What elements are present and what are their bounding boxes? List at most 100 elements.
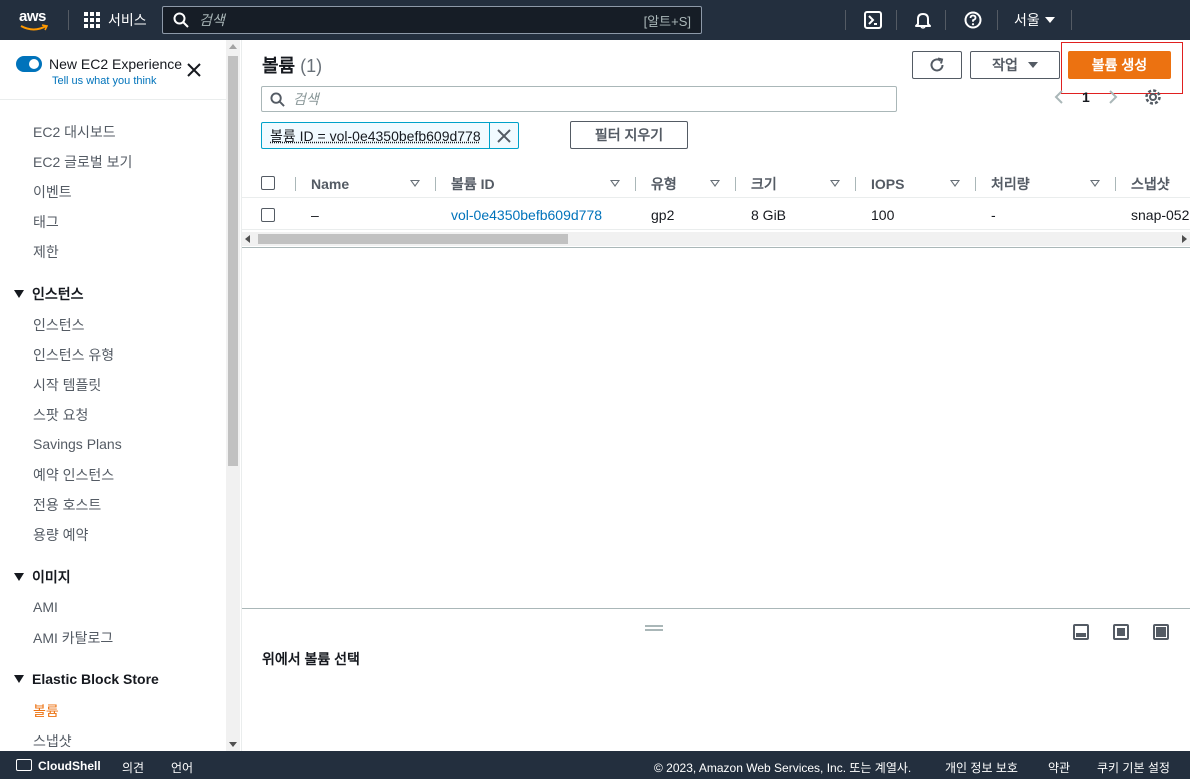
sidebar-item-ami-catalog[interactable]: AMI 카탈로그 bbox=[33, 628, 113, 648]
remove-filter-button[interactable] bbox=[490, 123, 518, 148]
column-header-throughput[interactable]: 처리량 bbox=[991, 170, 1030, 198]
search-icon bbox=[270, 91, 285, 107]
table-row[interactable]: – vol-0e4350befb609d778 gp2 8 GiB 100 - … bbox=[242, 200, 1190, 230]
terms-link[interactable]: 약관 bbox=[1048, 759, 1070, 776]
expand-icon bbox=[14, 573, 24, 581]
chevron-right-icon[interactable] bbox=[1108, 89, 1118, 105]
split-panel: 위에서 볼륨 선택 bbox=[242, 608, 1190, 751]
actions-button[interactable]: 작업 bbox=[970, 51, 1060, 79]
search-icon bbox=[173, 12, 189, 28]
sidebar-item-limits[interactable]: 제한 bbox=[33, 242, 59, 262]
refresh-button[interactable] bbox=[912, 51, 962, 79]
sidebar-item-volumes[interactable]: 볼륨 bbox=[33, 701, 59, 721]
cloudshell-icon[interactable] bbox=[16, 759, 32, 771]
cookie-preferences-link[interactable]: 쿠키 기본 설정 bbox=[1097, 759, 1170, 776]
sidebar-item-global-view[interactable]: EC2 글로벌 보기 bbox=[33, 152, 132, 172]
cell-volume-id-link[interactable]: vol-0e4350befb609d778 bbox=[451, 200, 602, 230]
feedback-link[interactable]: Tell us what you think bbox=[52, 75, 157, 87]
sidebar-item-savings-plans[interactable]: Savings Plans bbox=[33, 436, 122, 452]
column-divider bbox=[735, 177, 736, 191]
sidebar-item-snapshots[interactable]: 스냅샷 bbox=[33, 731, 72, 751]
services-menu-button[interactable]: 서비스 bbox=[84, 0, 147, 40]
column-header-volume-id[interactable]: 볼륨 ID bbox=[451, 170, 495, 198]
refresh-icon bbox=[930, 57, 944, 72]
aws-smile-icon bbox=[20, 24, 48, 31]
sidebar-group-label: 이미지 bbox=[32, 569, 71, 585]
expand-icon bbox=[14, 290, 24, 298]
language-link[interactable]: 언어 bbox=[171, 759, 193, 776]
sidebar-item-ami[interactable]: AMI bbox=[33, 599, 58, 615]
sidebar-item-tags[interactable]: 태그 bbox=[33, 212, 59, 232]
sidebar-item-ec2-dashboard[interactable]: EC2 대시보드 bbox=[33, 122, 116, 142]
sidebar-item-launch-templates[interactable]: 시작 템플릿 bbox=[33, 375, 101, 395]
cell-size: 8 GiB bbox=[751, 207, 787, 223]
scrollbar-thumb[interactable] bbox=[258, 234, 568, 244]
feedback-link[interactable]: 의견 bbox=[122, 759, 144, 776]
row-checkbox[interactable] bbox=[261, 208, 275, 222]
sort-icon[interactable] bbox=[830, 180, 840, 187]
item-count: (1) bbox=[300, 56, 323, 76]
sidebar-item-instance-types[interactable]: 인스턴스 유형 bbox=[33, 345, 114, 365]
cloudshell-link[interactable]: CloudShell bbox=[38, 759, 101, 773]
table-search-input[interactable]: 검색 bbox=[261, 86, 897, 112]
global-search-input[interactable]: 검색 [알트+S] bbox=[162, 6, 702, 34]
sidebar-scrollbar[interactable] bbox=[226, 40, 240, 751]
scroll-right-icon[interactable] bbox=[1182, 235, 1187, 243]
sidebar-item-reserved-instances[interactable]: 예약 인스턴스 bbox=[33, 465, 114, 485]
privacy-link[interactable]: 개인 정보 보호 bbox=[945, 759, 1018, 776]
sidebar-item-instances[interactable]: 인스턴스 bbox=[33, 315, 85, 335]
create-volume-label: 볼륨 생성 bbox=[1091, 57, 1148, 73]
column-header-snapshot[interactable]: 스냅샷 bbox=[1131, 170, 1170, 198]
sidebar-item-spot-requests[interactable]: 스팟 요청 bbox=[33, 405, 88, 425]
sort-icon[interactable] bbox=[950, 180, 960, 187]
page-title-text: 볼륨 bbox=[262, 56, 296, 76]
sidebar-group-ebs[interactable]: Elastic Block Store bbox=[14, 671, 159, 687]
column-header-name[interactable]: Name bbox=[311, 170, 349, 198]
sort-icon[interactable] bbox=[710, 180, 720, 187]
services-label: 서비스 bbox=[108, 12, 147, 28]
sort-icon[interactable] bbox=[610, 180, 620, 187]
page-number[interactable]: 1 bbox=[1082, 89, 1090, 105]
scroll-up-icon[interactable] bbox=[229, 44, 237, 49]
table-horizontal-scrollbar[interactable] bbox=[242, 232, 1190, 246]
close-icon[interactable] bbox=[186, 62, 202, 78]
panel-full-icon[interactable] bbox=[1153, 624, 1169, 640]
column-header-size[interactable]: 크기 bbox=[751, 170, 777, 198]
column-header-iops[interactable]: IOPS bbox=[871, 170, 904, 198]
cloudshell-icon[interactable] bbox=[863, 10, 883, 30]
pagination: 1 bbox=[1054, 88, 1162, 106]
sort-icon[interactable] bbox=[1090, 180, 1100, 187]
sidebar-item-capacity-reservations[interactable]: 용량 예약 bbox=[33, 525, 88, 545]
bell-icon[interactable] bbox=[913, 10, 933, 30]
scrollbar-thumb[interactable] bbox=[228, 56, 238, 466]
column-divider bbox=[1115, 177, 1116, 191]
select-all-checkbox[interactable] bbox=[261, 176, 275, 190]
filter-token-label[interactable]: 볼륨 ID = vol-0e4350befb609d778 bbox=[262, 123, 490, 148]
column-header-type[interactable]: 유형 bbox=[651, 170, 677, 198]
column-divider bbox=[295, 177, 296, 191]
region-selector[interactable]: 서울 bbox=[1014, 0, 1055, 40]
cell-type: gp2 bbox=[651, 207, 675, 223]
table-search-placeholder: 검색 bbox=[293, 91, 319, 107]
resize-handle[interactable] bbox=[645, 625, 663, 631]
top-navigation: aws 서비스 검색 [알트+S] 서울 bbox=[0, 0, 1190, 40]
sidebar-group-instances[interactable]: 인스턴스 bbox=[14, 284, 84, 304]
chevron-left-icon[interactable] bbox=[1054, 89, 1064, 105]
split-panel-message: 위에서 볼륨 선택 bbox=[262, 651, 360, 667]
create-volume-button[interactable]: 볼륨 생성 bbox=[1068, 51, 1171, 79]
clear-filters-button[interactable]: 필터 지우기 bbox=[570, 121, 688, 149]
settings-icon[interactable] bbox=[1144, 88, 1162, 106]
experience-toggle-panel: New EC2 Experience Tell us what you thin… bbox=[0, 40, 226, 100]
new-experience-toggle[interactable] bbox=[16, 56, 42, 72]
scroll-left-icon[interactable] bbox=[245, 235, 250, 243]
aws-logo[interactable]: aws bbox=[18, 6, 52, 34]
help-icon[interactable] bbox=[963, 10, 983, 30]
divider bbox=[845, 10, 846, 30]
sidebar-item-events[interactable]: 이벤트 bbox=[33, 182, 72, 202]
sidebar-item-dedicated-hosts[interactable]: 전용 호스트 bbox=[33, 495, 101, 515]
sidebar-group-images[interactable]: 이미지 bbox=[14, 567, 71, 587]
scroll-down-icon[interactable] bbox=[229, 742, 237, 747]
panel-bottom-icon[interactable] bbox=[1073, 624, 1089, 640]
sort-icon[interactable] bbox=[410, 180, 420, 187]
panel-side-icon[interactable] bbox=[1113, 624, 1129, 640]
